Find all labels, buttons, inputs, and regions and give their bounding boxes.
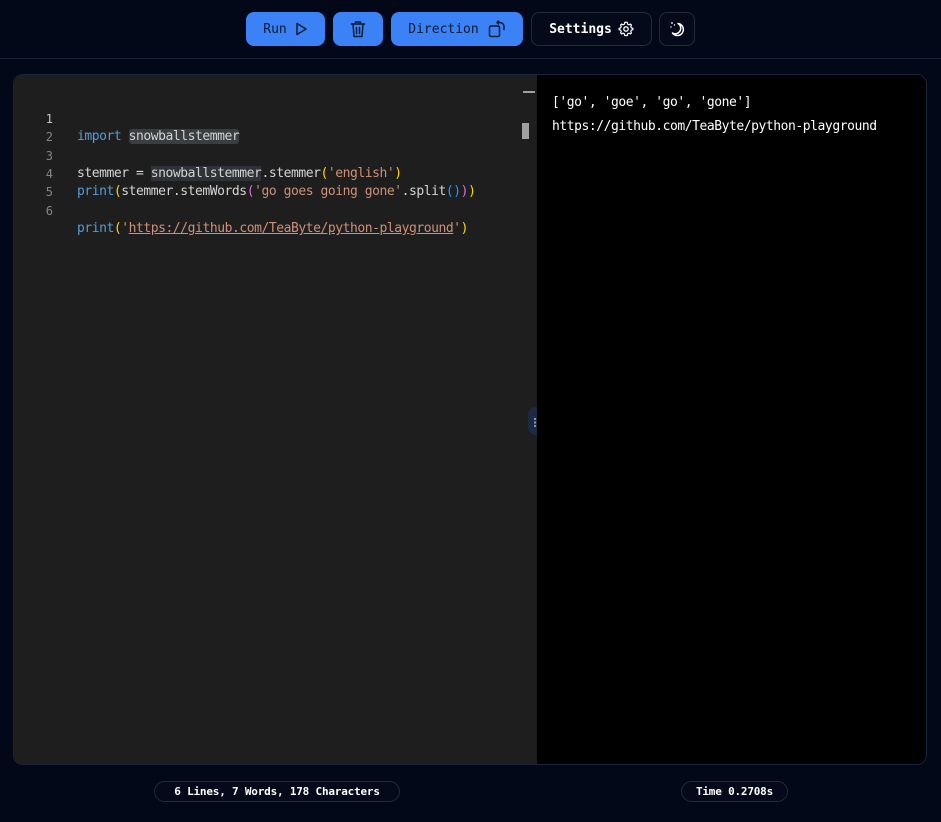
direction-button[interactable]: Direction	[391, 12, 523, 46]
line-number: 6	[45, 204, 53, 218]
output-panel: ['go', 'goe', 'go', 'gone'] https://gith…	[537, 75, 926, 764]
rotate-icon	[488, 20, 506, 38]
run-label: Run	[263, 21, 287, 37]
code-link[interactable]: https://github.com/TeaByte/python-playgr…	[129, 221, 454, 236]
clear-button[interactable]	[333, 12, 383, 46]
play-icon	[294, 22, 308, 36]
settings-label: Settings	[549, 21, 612, 37]
editor-line: 1 import snowballstemmer	[14, 92, 534, 144]
direction-label: Direction	[408, 21, 479, 37]
editor-line: 5	[14, 165, 534, 199]
run-button[interactable]: Run	[246, 12, 325, 46]
editor-line: 3 stemmer = snowballstemmer.stemmer('eng…	[14, 129, 534, 181]
line-code: print('https://github.com/TeaByte/python…	[77, 221, 469, 236]
toolbar: Run Direction Settings	[0, 0, 941, 59]
theme-toggle-button[interactable]	[659, 12, 695, 46]
overview-ruler-marker	[523, 91, 535, 93]
workspace: 1 import snowballstemmer 2 3 stemmer = s…	[13, 74, 927, 765]
trash-icon	[350, 20, 366, 38]
settings-button[interactable]: Settings	[531, 12, 652, 46]
code-editor[interactable]: 1 import snowballstemmer 2 3 stemmer = s…	[14, 75, 537, 764]
editor-line: 4 print(stemmer.stemWords('go goes going…	[14, 147, 534, 199]
output-line: ['go', 'goe', 'go', 'gone']	[552, 95, 752, 110]
editor-line: 6 print('https://github.com/TeaByte/pyth…	[14, 184, 534, 236]
editor-line: 2	[14, 110, 534, 144]
code-stats-badge: 6 Lines, 7 Words, 178 Characters	[154, 781, 400, 802]
gear-icon	[618, 21, 634, 37]
output-line: https://github.com/TeaByte/python-playgr…	[552, 119, 877, 134]
execution-time-badge: Time 0.2708s	[681, 781, 788, 802]
editor-scrollbar[interactable]	[522, 123, 529, 139]
moon-stars-icon	[668, 20, 686, 38]
